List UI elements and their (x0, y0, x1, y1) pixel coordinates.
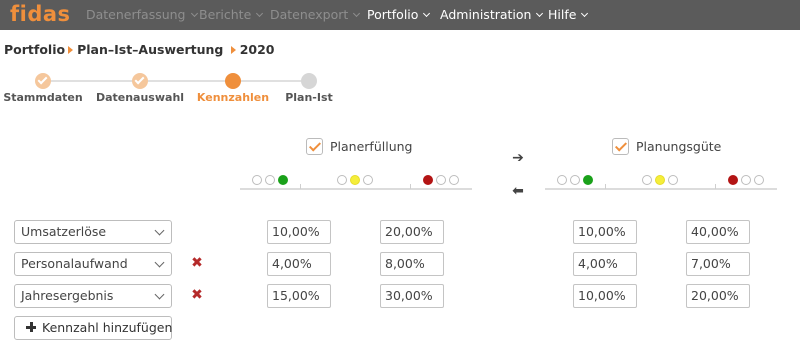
stepper-line (45, 80, 309, 82)
planungsguete-threshold-1-field[interactable]: 10,00% (573, 284, 637, 308)
step-datenauswahl-marker[interactable] (132, 73, 148, 89)
scale-line (545, 188, 777, 190)
add-kennzahl-button[interactable]: Kennzahl hinzufügen (14, 316, 172, 340)
chevron-down-icon (256, 9, 264, 18)
menu-label: Datenexport (270, 7, 349, 22)
planerfuellung-checkbox[interactable] (306, 138, 323, 155)
red-light-icon (728, 175, 738, 185)
breadcrumb-portfolio[interactable]: Portfolio (4, 42, 65, 57)
scale-tick (410, 184, 411, 189)
breadcrumb-year: 2020 (239, 42, 275, 57)
step-kennzahlen-marker (225, 73, 241, 89)
add-kennzahl-label: Kennzahl hinzufügen (42, 320, 173, 335)
menu-datenerfassung[interactable]: Datenerfassung (86, 0, 198, 30)
planungsguete-threshold-2-field[interactable]: 20,00% (686, 284, 750, 308)
chevron-down-icon (581, 9, 589, 18)
chevron-down-icon (190, 9, 198, 18)
planerfuellung-threshold-1-field[interactable]: 4,00% (267, 252, 331, 276)
light-empty-icon (436, 175, 446, 185)
scale-line (240, 188, 472, 190)
arrow-right-icon[interactable]: ➔ (510, 150, 526, 166)
planerfuellung-label[interactable]: Planerfüllung (330, 139, 412, 154)
planerfuellung-threshold-2-field[interactable]: 30,00% (380, 284, 444, 308)
metric-select-value: Jahresergebnis (21, 288, 114, 303)
green-light-icon (278, 175, 288, 185)
light-empty-icon (337, 175, 347, 185)
green-light-icon (583, 175, 593, 185)
planungsguete-threshold-1-field[interactable]: 4,00% (573, 252, 637, 276)
chevron-down-icon (154, 289, 165, 300)
delete-row-icon[interactable]: ✖ (191, 287, 203, 303)
chevron-down-icon (154, 225, 165, 236)
chevron-down-icon (536, 9, 544, 18)
menu-label: Berichte (199, 7, 252, 22)
breadcrumb: Portfolio Plan–Ist–Auswertung 2020 (4, 42, 275, 57)
chevron-down-icon (154, 257, 165, 268)
scale-tick (605, 184, 606, 189)
metric-select-value: Personalaufwand (21, 256, 128, 271)
step-datenauswahl-label[interactable]: Datenauswahl (96, 91, 184, 104)
yellow-light-icon (655, 175, 665, 185)
step-stammdaten-marker[interactable] (35, 73, 51, 89)
menu-label: Hilfe (548, 7, 577, 22)
menu-portfolio[interactable]: Portfolio (367, 0, 431, 30)
light-empty-icon (449, 175, 459, 185)
metric-select-personalaufwand[interactable]: Personalaufwand (14, 252, 172, 276)
planerfuellung-threshold-1-field[interactable]: 15,00% (267, 284, 331, 308)
menu-hilfe[interactable]: Hilfe (548, 0, 589, 30)
plus-icon (26, 322, 36, 332)
check-icon (37, 74, 48, 85)
light-empty-icon (642, 175, 652, 185)
planungsguete-checkbox[interactable] (612, 138, 629, 155)
step-stammdaten-label[interactable]: Stammdaten (3, 91, 82, 104)
top-navigation-bar: fidas Datenerfassung Berichte Datenexpor… (0, 0, 800, 30)
step-plan-ist-label: Plan-Ist (285, 91, 333, 104)
planungsguete-threshold-1-field[interactable]: 10,00% (573, 220, 637, 244)
light-empty-icon (741, 175, 751, 185)
step-plan-ist-marker (301, 73, 317, 89)
planerfuellung-threshold-2-field[interactable]: 8,00% (380, 252, 444, 276)
arrow-left-icon[interactable]: ⬅ (510, 183, 526, 199)
menu-berichte[interactable]: Berichte (199, 0, 264, 30)
light-empty-icon (570, 175, 580, 185)
yellow-light-icon (350, 175, 360, 185)
light-empty-icon (252, 175, 262, 185)
light-empty-icon (754, 175, 764, 185)
delete-row-icon[interactable]: ✖ (191, 255, 203, 271)
planungsguete-threshold-2-field[interactable]: 40,00% (686, 220, 750, 244)
check-icon (308, 139, 322, 152)
red-light-icon (423, 175, 433, 185)
breadcrumb-plan-ist[interactable]: Plan–Ist–Auswertung (77, 42, 223, 57)
check-icon (614, 139, 628, 152)
metric-select-jahresergebnis[interactable]: Jahresergebnis (14, 284, 172, 308)
metric-select-umsatzerloese[interactable]: Umsatzerlöse (14, 220, 172, 244)
light-empty-icon (363, 175, 373, 185)
menu-label: Datenerfassung (86, 7, 186, 22)
step-kennzahlen-label: Kennzahlen (196, 91, 270, 104)
planerfuellung-threshold-2-field[interactable]: 20,00% (380, 220, 444, 244)
scale-tick (715, 184, 716, 189)
planungsguete-threshold-2-field[interactable]: 7,00% (686, 252, 750, 276)
scale-tick (300, 184, 301, 189)
menu-label: Administration (440, 7, 532, 22)
menu-datenexport[interactable]: Datenexport (270, 0, 361, 30)
metric-select-value: Umsatzerlöse (21, 224, 107, 239)
light-empty-icon (265, 175, 275, 185)
check-icon (134, 74, 145, 85)
planungsguete-traffic-light-scale (545, 170, 777, 192)
menu-label: Portfolio (367, 7, 419, 22)
light-empty-icon (557, 175, 567, 185)
planerfuellung-traffic-light-scale (240, 170, 472, 192)
chevron-down-icon (423, 9, 431, 18)
breadcrumb-separator-icon (230, 46, 236, 54)
chevron-down-icon (353, 9, 361, 18)
planungsguete-label[interactable]: Planungsgüte (636, 139, 721, 154)
menu-administration[interactable]: Administration (440, 0, 544, 30)
breadcrumb-separator-icon (68, 46, 74, 54)
fidas-logo[interactable]: fidas (10, 2, 71, 26)
light-empty-icon (668, 175, 678, 185)
planerfuellung-threshold-1-field[interactable]: 10,00% (267, 220, 331, 244)
